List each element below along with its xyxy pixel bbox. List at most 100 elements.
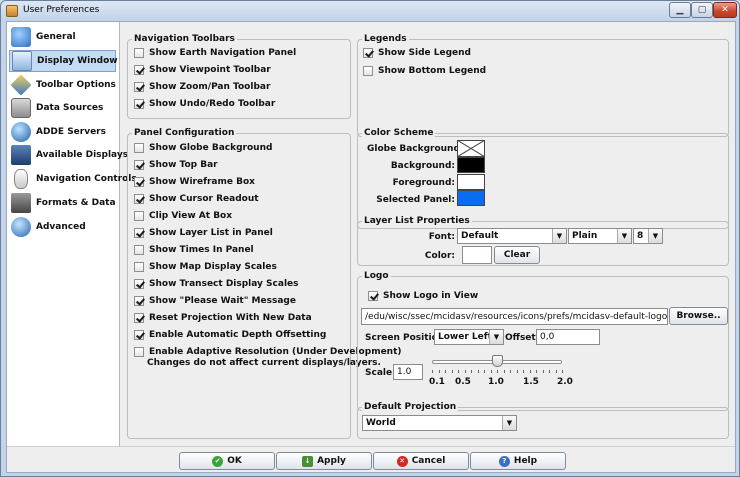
checkbox-box[interactable] [134, 48, 144, 58]
checkbox-show-viewpoint-toolbar[interactable]: Show Viewpoint Toolbar [134, 65, 271, 75]
checkbox-box[interactable] [134, 211, 144, 221]
checkbox-box[interactable] [134, 245, 144, 255]
preferences-window: User Preferences ▁ ▢ ✕ General Display W… [0, 0, 740, 477]
sidebar-item-data-sources[interactable]: Data Sources [9, 97, 116, 119]
checkbox-box[interactable] [363, 48, 373, 58]
checkbox-box[interactable] [134, 99, 144, 109]
sidebar-item-adde-servers[interactable]: ADDE Servers [9, 121, 116, 143]
offset-input[interactable]: 0,0 [536, 329, 600, 345]
sidebar-item-label: Advanced [36, 222, 86, 232]
checkbox-show-cursor-readout[interactable]: Show Cursor Readout [134, 194, 259, 204]
sidebar-item-label: Navigation Controls [36, 174, 137, 184]
checkbox-box[interactable] [134, 313, 144, 323]
sidebar-item-toolbar-options[interactable]: Toolbar Options [9, 74, 116, 96]
panel-title: Logo [362, 271, 391, 281]
checkbox-box[interactable] [134, 194, 144, 204]
slider-tick [562, 370, 563, 373]
checkbox-label: Enable Automatic Depth Offsetting [149, 330, 327, 340]
close-button[interactable]: ✕ [713, 2, 737, 18]
checkbox-clip-view-at-box[interactable]: Clip View At Box [134, 211, 232, 221]
tick-label: 1.5 [523, 377, 539, 387]
checkbox-box[interactable] [134, 296, 144, 306]
sidebar-item-formats-data[interactable]: Formats & Data [9, 192, 116, 214]
scale-input[interactable]: 1.0 [393, 364, 423, 380]
checkbox-show-zoom-pan-toolbar[interactable]: Show Zoom/Pan Toolbar [134, 82, 270, 92]
ok-button[interactable]: ✔ OK [179, 452, 275, 470]
font-size-value: 8 [637, 231, 644, 241]
checkbox-show-side-legend[interactable]: Show Side Legend [363, 48, 471, 58]
maximize-button[interactable]: ▢ [691, 2, 713, 18]
minimize-button[interactable]: ▁ [669, 2, 691, 18]
checkbox-box[interactable] [134, 279, 144, 289]
checkbox-enable-automatic-depth-offsetting[interactable]: Enable Automatic Depth Offsetting [134, 330, 326, 340]
help-button[interactable]: ? Help [470, 452, 566, 470]
apply-button[interactable]: ↓ Apply [276, 452, 372, 470]
background-label: Background: [390, 161, 455, 171]
chevron-down-icon: ▼ [617, 229, 631, 243]
sidebar-item-advanced[interactable]: Advanced [9, 216, 116, 238]
checkbox-box[interactable] [368, 291, 378, 301]
checkbox-box[interactable] [134, 330, 144, 340]
checkbox-box[interactable] [134, 228, 144, 238]
background-color-swatch[interactable] [457, 157, 485, 173]
checkbox-label: Show Earth Navigation Panel [149, 48, 297, 58]
title-bar[interactable]: User Preferences ▁ ▢ ✕ [1, 1, 739, 21]
checkbox-box[interactable] [363, 66, 373, 76]
slider-tick [490, 370, 492, 373]
slider-tick [445, 370, 446, 373]
checkbox-show-wireframe-box[interactable]: Show Wireframe Box [134, 177, 255, 187]
checkbox-box[interactable] [134, 160, 144, 170]
apply-label: Apply [317, 456, 346, 466]
checkbox-show-bottom-legend[interactable]: Show Bottom Legend [363, 66, 486, 76]
checkbox-show-transect-display-scales[interactable]: Show Transect Display Scales [134, 279, 299, 289]
foreground-color-swatch[interactable] [457, 174, 485, 190]
checkbox-show-earth-navigation-panel[interactable]: Show Earth Navigation Panel [134, 48, 296, 58]
checkbox-box[interactable] [134, 262, 144, 272]
checkbox-box[interactable] [134, 143, 144, 153]
checkbox-label: Show Viewpoint Toolbar [149, 65, 271, 75]
panel-title: Panel Configuration [132, 128, 237, 138]
sidebar-item-navigation-controls[interactable]: Navigation Controls [9, 168, 137, 190]
default-projection-dropdown[interactable]: World ▼ [362, 415, 517, 431]
panel-title: Layer List Properties [362, 216, 472, 226]
checkbox-box[interactable] [134, 347, 144, 357]
font-size-dropdown[interactable]: 8 ▼ [633, 228, 663, 244]
font-family-value: Default [461, 231, 499, 241]
checkbox-reset-projection-with-new-data[interactable]: Reset Projection With New Data [134, 313, 312, 323]
checkbox-show-globe-background[interactable]: Show Globe Background [134, 143, 272, 153]
checkbox-label: Show Undo/Redo Toolbar [149, 99, 276, 109]
chevron-down-icon: ▼ [489, 330, 503, 344]
screen-position-dropdown[interactable]: Lower Left ▼ [434, 329, 504, 345]
checkbox-box[interactable] [134, 82, 144, 92]
checkbox-show-logo-in-view[interactable]: Show Logo in View [368, 291, 478, 301]
browse-button[interactable]: Browse.. [669, 307, 728, 325]
checkbox-show-times-in-panel[interactable]: Show Times In Panel [134, 245, 254, 255]
clear-button[interactable]: Clear [494, 246, 540, 264]
cancel-button[interactable]: ✕ Cancel [373, 452, 469, 470]
color-label: Color: [424, 251, 455, 261]
checkbox-show-top-bar[interactable]: Show Top Bar [134, 160, 218, 170]
data-sources-icon [11, 98, 31, 118]
selected-panel-color-swatch[interactable] [457, 190, 485, 206]
checkbox-show-layer-list-in-panel[interactable]: Show Layer List in Panel [134, 228, 273, 238]
logo-path-input[interactable]: /edu/wisc/ssec/mcidasv/resources/icons/p… [361, 308, 668, 325]
sidebar-item-display-window[interactable]: Display Window [9, 50, 118, 72]
sidebar-item-label: Toolbar Options [36, 80, 116, 90]
globe-background-swatch[interactable] [457, 140, 485, 157]
general-icon [11, 27, 31, 47]
slider-tick [458, 370, 459, 373]
font-family-dropdown[interactable]: Default ▼ [457, 228, 567, 244]
display-window-icon [12, 51, 32, 71]
checkbox-show-please-wait-message[interactable]: Show "Please Wait" Message [134, 296, 296, 306]
checkbox-show-map-display-scales[interactable]: Show Map Display Scales [134, 262, 277, 272]
scale-slider-thumb[interactable] [492, 355, 503, 367]
client-area: General Display Window Toolbar Options D… [6, 21, 736, 473]
font-style-dropdown[interactable]: Plain ▼ [568, 228, 632, 244]
layer-list-color-swatch[interactable] [462, 246, 492, 264]
checkbox-box[interactable] [134, 177, 144, 187]
checkbox-show-undo-redo-toolbar[interactable]: Show Undo/Redo Toolbar [134, 99, 275, 109]
help-label: Help [513, 456, 538, 466]
sidebar-item-available-displays[interactable]: Available Displays [9, 144, 128, 166]
checkbox-box[interactable] [134, 65, 144, 75]
sidebar-item-general[interactable]: General [9, 26, 116, 48]
